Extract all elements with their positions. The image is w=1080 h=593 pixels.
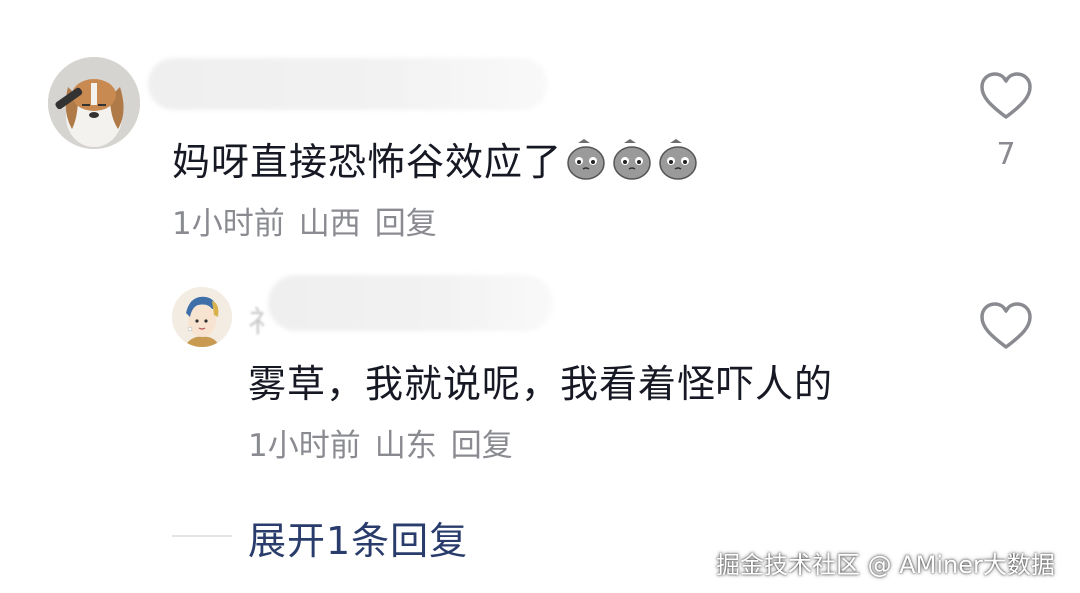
like-button[interactable] bbox=[978, 70, 1034, 122]
like-count: 7 bbox=[996, 137, 1016, 172]
heart-icon bbox=[980, 302, 1032, 349]
avatar[interactable] bbox=[48, 57, 140, 149]
reply-button[interactable]: 回复 bbox=[451, 428, 513, 464]
comment-time: 1小时前 bbox=[172, 206, 285, 242]
comment-meta: 1小时前 山东 回复 bbox=[248, 420, 527, 465]
comment-text: 妈呀直接恐怖谷效应了 bbox=[172, 131, 700, 186]
expand-replies-button[interactable]: 展开1条回复 bbox=[248, 510, 468, 565]
sad-potato-emoji-icon bbox=[659, 139, 697, 180]
like-button[interactable] bbox=[978, 300, 1034, 352]
comment-location: 山西 bbox=[298, 206, 361, 242]
comment-location: 山东 bbox=[374, 428, 437, 464]
watermark: 掘金技术社区 @ AMiner大数据 bbox=[716, 551, 1055, 579]
heart-icon bbox=[980, 72, 1032, 119]
sad-potato-emoji-icon bbox=[613, 139, 651, 180]
beagle-dog-avatar-icon bbox=[48, 57, 140, 149]
comment-meta: 1小时前 山西 回复 bbox=[172, 198, 451, 243]
sad-potato-emoji-icon bbox=[567, 139, 605, 180]
girl-with-pearl-earring-avatar-icon bbox=[172, 287, 232, 347]
username-blurred[interactable] bbox=[148, 58, 548, 110]
username-blurred[interactable] bbox=[268, 275, 553, 331]
avatar[interactable] bbox=[172, 287, 232, 347]
divider bbox=[172, 535, 232, 537]
reply-button[interactable]: 回复 bbox=[375, 206, 437, 242]
comment-text: 雾草，我就说呢，我看着怪吓人的 bbox=[248, 362, 834, 406]
comment-time: 1小时前 bbox=[248, 428, 361, 464]
